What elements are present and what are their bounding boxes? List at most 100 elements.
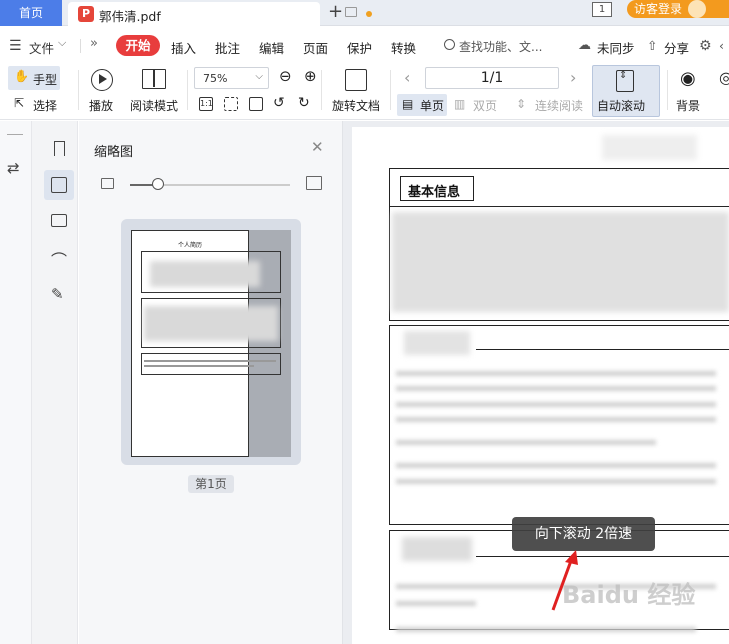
blurred-text-line (396, 417, 716, 422)
rotate-document-button[interactable]: 旋转文档 (332, 97, 380, 114)
unsaved-dot-icon (366, 11, 372, 17)
hand-label: 手型 (33, 73, 58, 87)
continuous-read-button[interactable]: 连续阅读 (535, 97, 583, 114)
share-button[interactable]: 分享 (664, 38, 689, 57)
login-button[interactable]: 访客登录 (627, 0, 729, 18)
fit-page-icon[interactable] (224, 97, 238, 111)
blurred-title (602, 135, 697, 160)
watermark: Baidu 经验 (562, 581, 696, 609)
menu-file[interactable]: 文件 (29, 38, 54, 57)
prev-page-icon[interactable]: ‹ (404, 68, 410, 87)
new-tab-button[interactable]: + (328, 1, 343, 22)
read-mode-button[interactable]: 阅读模式 (130, 97, 178, 114)
rotate-document-icon[interactable] (345, 69, 367, 91)
play-button[interactable]: 播放 (89, 97, 113, 114)
chevron-down-icon: ⌵ (255, 71, 263, 82)
actual-size-icon[interactable]: 1:1 (199, 97, 213, 111)
eye-icon[interactable]: ◉ (680, 68, 696, 89)
sync-status[interactable]: 未同步 (597, 38, 635, 57)
thumbnail-page-label[interactable]: 第1页 (188, 475, 234, 493)
background-button[interactable]: 背景 (676, 97, 700, 114)
tab-document-title: 郭伟清.pdf (99, 9, 161, 24)
thumbnail-section-box (141, 353, 281, 375)
toolbar-divider (187, 70, 188, 110)
section-experience (389, 325, 729, 525)
slider-knob[interactable] (152, 178, 164, 190)
thumbnail-blur (150, 261, 260, 287)
menu-protect[interactable]: 保护 (347, 38, 372, 57)
zoom-in-icon[interactable]: ⊕ (304, 67, 317, 85)
search-icon[interactable] (444, 39, 455, 50)
cloud-icon[interactable]: ☁ (578, 38, 591, 53)
more-icon[interactable]: ‹ (719, 38, 724, 53)
avatar[interactable] (688, 0, 706, 18)
blurred-text-line (396, 463, 716, 468)
pdf-icon: P (78, 6, 94, 22)
eye-settings-icon[interactable]: ◎ (719, 68, 729, 87)
toolbar-divider (390, 70, 391, 110)
rotate-left-icon[interactable]: ↺ (273, 95, 285, 111)
menu-convert[interactable]: 转换 (391, 38, 416, 57)
menu-edit[interactable]: 编辑 (259, 38, 284, 57)
image-large-icon[interactable] (306, 176, 322, 190)
tab-document[interactable]: P 郭伟清.pdf (68, 2, 372, 26)
play-icon[interactable] (91, 69, 113, 91)
monitor-icon[interactable] (345, 7, 357, 17)
section-basic-info-label: 基本信息 (408, 185, 461, 200)
single-page-icon: ▤ (402, 97, 414, 111)
menu-divider (80, 39, 81, 53)
section-rule (476, 556, 729, 557)
scroll-speed-tooltip: 向下滚动 2倍速 (512, 517, 655, 551)
blurred-text-line (396, 371, 716, 376)
page-number-input[interactable]: 1/1 (425, 67, 559, 89)
next-page-icon[interactable]: › (570, 68, 576, 87)
zoom-select[interactable]: 75% ⌵ (194, 67, 269, 89)
double-chevron-icon[interactable]: » (90, 36, 98, 51)
thumbnail-resume-title: 个人简历 (177, 242, 202, 249)
blurred-text-line (396, 601, 476, 606)
book-icon[interactable] (142, 69, 166, 89)
document-page[interactable]: 基本信息 (352, 127, 729, 644)
fit-width-icon[interactable] (249, 97, 263, 111)
double-page-button[interactable]: 双页 (473, 97, 497, 114)
sign-icon[interactable]: ✎ (51, 285, 64, 303)
bookmark-icon[interactable] (54, 141, 65, 156)
menu-page[interactable]: 页面 (303, 38, 328, 57)
attachment-icon[interactable]: ⌒ (51, 247, 67, 271)
translate-icon[interactable]: ⇄ (7, 159, 20, 177)
blurred-text-line (396, 479, 716, 484)
zoom-out-icon[interactable]: ⊖ (279, 67, 292, 85)
toolbar-divider (667, 70, 668, 110)
share-icon[interactable]: ⇧ (647, 38, 657, 53)
double-page-icon: ▥ (454, 97, 466, 111)
comment-icon[interactable] (51, 214, 67, 227)
window-count-badge[interactable]: 1 (592, 2, 612, 17)
menu-start[interactable]: 开始 (116, 35, 160, 56)
blurred-section-tab (402, 537, 472, 561)
thumbnail-text-line (144, 360, 276, 362)
blurred-text-line (396, 402, 716, 407)
blurred-text-line (396, 627, 696, 632)
close-icon[interactable]: ✕ (311, 138, 324, 156)
menu-insert[interactable]: 插入 (171, 38, 196, 57)
menu-annotate[interactable]: 批注 (215, 38, 240, 57)
thumbnail-icon[interactable] (51, 177, 67, 193)
hamburger-icon[interactable]: ☰ (9, 38, 22, 54)
continuous-icon: ⇕ (516, 97, 527, 111)
blurred-section-tab (404, 331, 470, 355)
tab-home[interactable]: 首页 (0, 0, 62, 26)
settings-icon[interactable]: ⚙ (699, 38, 712, 54)
menu-bar: ☰ 文件 ⌵ » 开始 插入 批注 编辑 页面 保护 转换 查找功能、文... … (0, 30, 729, 62)
thumbnail-page[interactable]: 个人简历 (131, 230, 281, 457)
chevron-down-icon[interactable]: ⌵ (58, 36, 66, 50)
image-small-icon[interactable] (101, 178, 114, 189)
toolbar: ✋ 手型 ⇱ 选择 播放 阅读模式 75% ⌵ ⊖ ⊕ 1:1 ↺ ↻ 旋转文档… (0, 62, 729, 120)
rotate-right-icon[interactable]: ↻ (298, 95, 310, 111)
search-input[interactable]: 查找功能、文... (459, 38, 542, 55)
blurred-info-table (392, 212, 729, 312)
select-tool-button[interactable]: 选择 (33, 97, 57, 114)
blurred-text-line (396, 386, 716, 391)
left-strip: ⇄ (0, 121, 32, 644)
auto-scroll-label: 自动滚动 (597, 99, 646, 113)
auto-scroll-icon: ⇕ (616, 70, 634, 92)
